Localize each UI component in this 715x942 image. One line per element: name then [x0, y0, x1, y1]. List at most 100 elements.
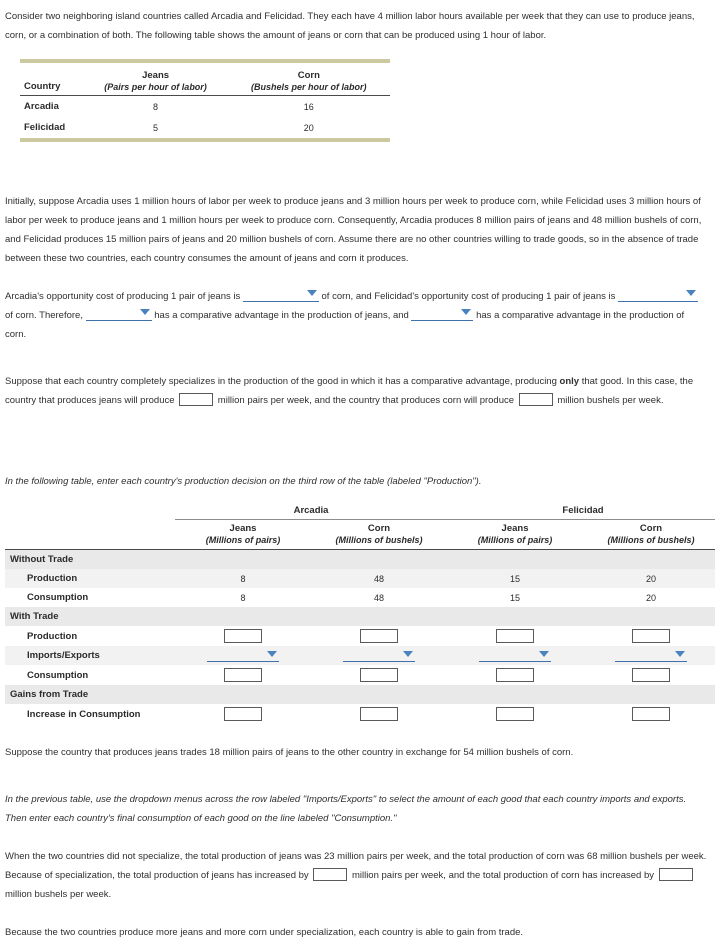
chevron-down-icon	[539, 650, 550, 657]
col-good-felicidad-corn: Corn	[639, 523, 663, 534]
table-row: Production 8 48 15 20	[5, 569, 715, 588]
col-unit-arcadia-jeans: (Millions of pairs)	[205, 535, 281, 545]
input-increase-arcadia-corn[interactable]	[360, 707, 398, 721]
input-corn-specialized-production[interactable]	[518, 393, 553, 406]
arcadia-jeans-value: 8	[153, 101, 159, 112]
input-production-felicidad-jeans[interactable]	[496, 629, 535, 643]
cell-consumption-felicidad-corn	[583, 665, 715, 685]
input-increase-felicidad-corn[interactable]	[632, 707, 671, 721]
header-corn-unit: (Bushels per hour of labor)	[251, 82, 367, 92]
cell-production-arcadia-corn	[311, 626, 447, 646]
dropdown-instruction-text: In the previous table, use the dropdown …	[5, 794, 687, 824]
input-jeans-specialized-production[interactable]	[179, 393, 214, 406]
specialization-paragraph: Suppose that each country completely spe…	[5, 372, 707, 410]
header-corn-good: Corn	[297, 70, 320, 81]
input-consumption-arcadia-jeans[interactable]	[224, 668, 262, 682]
arcadia-corn-value: 16	[303, 101, 314, 112]
input-production-arcadia-jeans[interactable]	[224, 629, 262, 643]
trade-table-good-header-row: Jeans (Millions of pairs) Corn (Millions…	[5, 519, 715, 550]
input-consumption-felicidad-jeans[interactable]	[496, 668, 535, 682]
col-header-arcadia-corn: Corn (Millions of bushels)	[311, 519, 448, 550]
section-title-with-trade: With Trade	[5, 607, 715, 626]
productivity-table-wrapper: Country Jeans (Pairs per hour of labor) …	[20, 59, 390, 142]
spec-text-3: million pairs per week, and the country …	[217, 395, 515, 406]
dropdown-arcadia-opportunity-cost[interactable]	[242, 289, 319, 302]
felicidad-corn-value: 20	[303, 122, 314, 133]
dropdown-imports-exports-felicidad-jeans[interactable]	[479, 650, 552, 662]
dropdown-comparative-advantage-jeans[interactable]	[85, 308, 152, 321]
row-label-with-trade-production: Production	[27, 630, 78, 642]
spec-text-1: Suppose that each country completely spe…	[5, 376, 557, 387]
input-increase-arcadia-jeans[interactable]	[224, 707, 262, 721]
input-consumption-arcadia-corn[interactable]	[360, 668, 398, 682]
cell-increase-felicidad-corn	[583, 704, 715, 724]
trade-table-instruction: In the following table, enter each count…	[5, 472, 707, 491]
dropdown-comparative-advantage-corn[interactable]	[411, 308, 474, 321]
cell-wt-consumption-felicidad-corn: 20	[646, 592, 657, 603]
productivity-header-row: Country Jeans (Pairs per hour of labor) …	[20, 63, 390, 96]
row-label-imports-exports: Imports/Exports	[5, 646, 175, 665]
totals-text-3: million bushels per week.	[5, 889, 112, 900]
dropdown-imports-exports-felicidad-corn[interactable]	[615, 650, 688, 662]
opp-cost-text-3: of corn. Therefore,	[5, 310, 83, 321]
input-jeans-increase-total[interactable]	[313, 868, 348, 881]
cell-imports-felicidad-corn	[583, 646, 715, 665]
cell-production-felicidad-corn	[583, 626, 715, 646]
cell-production-felicidad-jeans	[447, 626, 583, 646]
spacer-cell	[5, 503, 175, 520]
row-label-without-trade-consumption: Consumption	[27, 592, 89, 603]
dropdown-imports-exports-arcadia-jeans[interactable]	[207, 650, 279, 662]
input-consumption-felicidad-corn[interactable]	[632, 668, 671, 682]
chevron-down-icon	[675, 650, 686, 657]
dropdown-felicidad-opportunity-cost[interactable]	[618, 289, 698, 302]
row-label-with-trade-consumption: Consumption	[27, 669, 89, 681]
trade-table-instruction-text: In the following table, enter each count…	[5, 476, 482, 487]
cell-imports-felicidad-jeans	[447, 646, 584, 665]
cell-wt-production-felicidad-jeans: 15	[447, 569, 584, 588]
cell-consumption-felicidad-jeans	[447, 665, 583, 685]
col-good-arcadia-jeans: Jeans	[229, 523, 257, 534]
table-row: Consumption 8 48 15 20	[5, 588, 715, 607]
opp-cost-text-2: of corn, and Felicidad's opportunity cos…	[321, 291, 616, 302]
table-row: Production	[5, 626, 715, 646]
dropdown-instruction-paragraph: In the previous table, use the dropdown …	[5, 790, 707, 828]
country-group-arcadia: Arcadia	[175, 503, 448, 520]
table-row: Arcadia 8 16	[20, 96, 390, 118]
input-production-arcadia-corn[interactable]	[360, 629, 398, 643]
felicidad-jeans-value: 5	[153, 122, 159, 133]
cell-consumption-arcadia-corn	[311, 665, 447, 685]
col-header-felicidad-corn: Corn (Millions of bushels)	[583, 519, 715, 550]
table-row: Consumption	[5, 665, 715, 685]
country-name-arcadia: Arcadia	[24, 101, 59, 112]
section-header-with-trade: With Trade	[5, 607, 715, 626]
spacer-cell	[5, 519, 175, 550]
header-jeans-unit: (Pairs per hour of labor)	[104, 82, 207, 92]
col-header-arcadia-jeans: Jeans (Millions of pairs)	[175, 519, 311, 550]
chevron-down-icon	[461, 309, 472, 315]
cell-wt-production-arcadia-corn: 48	[311, 569, 448, 588]
spec-emphasis-only: only	[559, 376, 580, 387]
col-unit-arcadia-corn: (Millions of bushels)	[335, 535, 423, 545]
intro-paragraph: Consider two neighboring island countrie…	[5, 11, 695, 41]
chevron-down-icon	[139, 309, 150, 315]
trade-table-country-header-row: Arcadia Felicidad	[5, 503, 715, 520]
cell-wt-production-arcadia-jeans: 8	[175, 569, 311, 588]
cell-increase-arcadia-corn	[311, 704, 447, 724]
header-corn-cell: Corn (Bushels per hour of labor)	[227, 63, 390, 96]
trade-table-wrapper: Arcadia Felicidad Jeans (Millions of pai…	[5, 503, 715, 724]
cell-imports-arcadia-corn	[311, 646, 448, 665]
input-production-felicidad-corn[interactable]	[632, 629, 671, 643]
col-unit-felicidad-corn: (Millions of bushels)	[607, 535, 695, 545]
input-increase-felicidad-jeans[interactable]	[496, 707, 535, 721]
col-unit-felicidad-jeans: (Millions of pairs)	[477, 535, 553, 545]
cell-consumption-arcadia-jeans	[175, 665, 311, 685]
totals-text-2: million pairs per week, and the total pr…	[351, 870, 655, 881]
input-corn-increase-total[interactable]	[658, 868, 693, 881]
cell-wt-consumption-arcadia-corn: 48	[374, 592, 385, 603]
dropdown-imports-exports-arcadia-corn[interactable]	[343, 650, 415, 662]
productivity-table: Country Jeans (Pairs per hour of labor) …	[20, 63, 390, 138]
conclusion-paragraph: Because the two countries produce more j…	[5, 927, 524, 938]
section-header-without-trade: Without Trade	[5, 549, 715, 569]
cell-production-arcadia-jeans	[175, 626, 311, 646]
section-header-gains-from-trade: Gains from Trade	[5, 685, 715, 704]
